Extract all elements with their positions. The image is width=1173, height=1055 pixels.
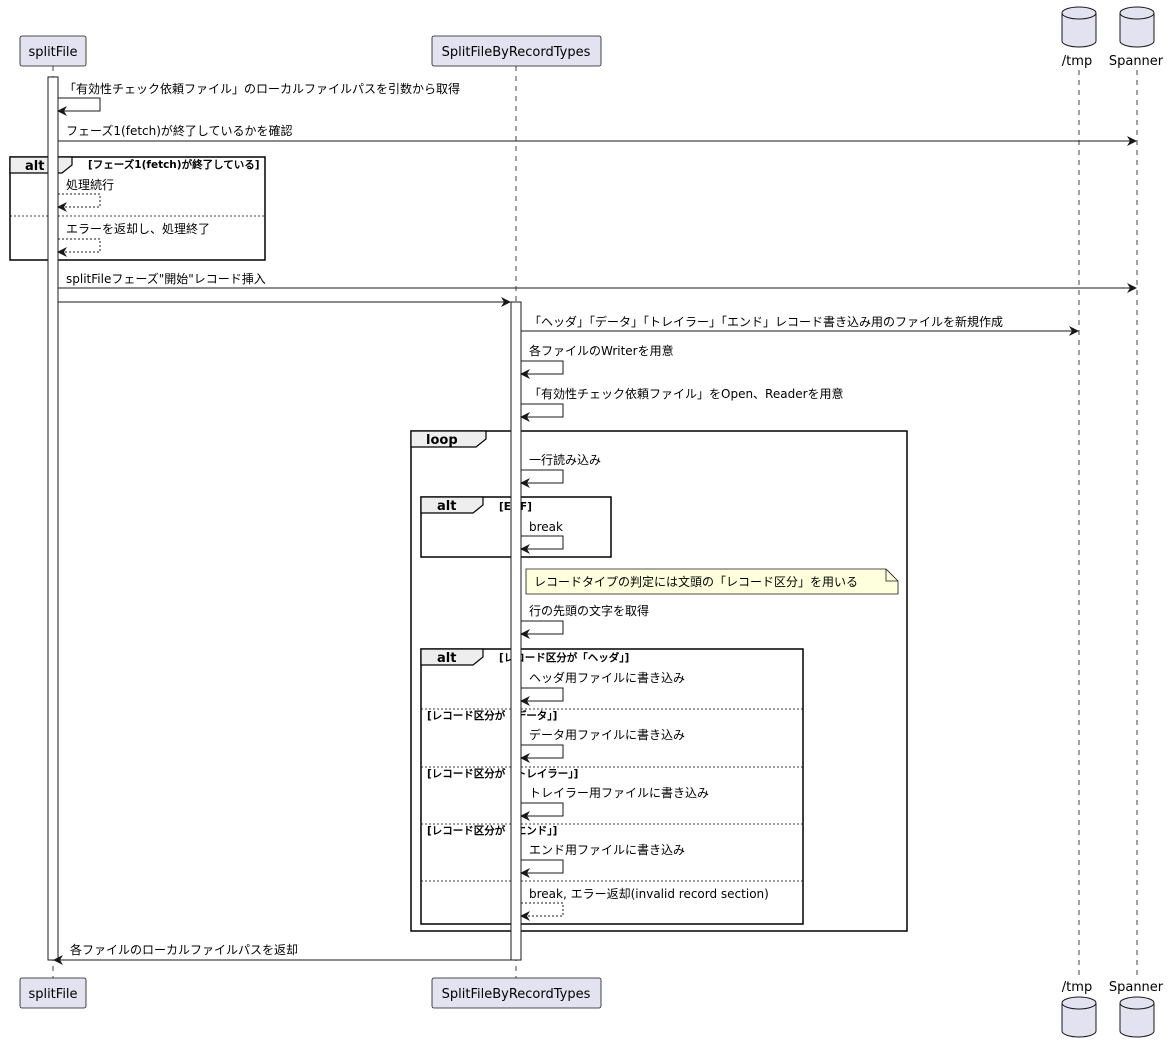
participant-tmp: /tmp <box>1061 980 1097 1038</box>
participant-spanner: Spanner <box>1109 6 1164 69</box>
database-icon <box>1119 6 1155 48</box>
message-label: 各ファイルのローカルファイルパスを返却 <box>70 942 298 957</box>
group-else-condition: [レコード区分が「トレイラー」] <box>427 767 578 780</box>
message-label: break <box>529 520 563 534</box>
participants-top: splitFile SplitFileByRecordTypes /tmp Sp… <box>19 6 1164 69</box>
message-arrow: 各ファイルのローカルファイルパスを返却 <box>53 942 511 965</box>
diagram-canvas: alt [フェーズ1(fetch)が終了している] loop alt [EOF]… <box>9 6 1164 1038</box>
participant-splitbytypes: SplitFileByRecordTypes <box>431 977 602 1009</box>
message-arrow: フェーズ1(fetch)が終了しているかを確認 <box>58 123 1137 146</box>
message-self: 「有効性チェック依頼ファイル」のローカルファイルパスを引数から取得 <box>57 81 460 116</box>
participant-label: splitFile <box>28 45 77 60</box>
message-self: 行の先頭の文字を取得 <box>520 603 649 639</box>
participant-label: SplitFileByRecordTypes <box>442 45 591 60</box>
group-alt-label: alt <box>437 651 456 666</box>
group-alt-condition: [フェーズ1(fetch)が終了している] <box>88 158 260 171</box>
message-label: 「ヘッダ」「データ」「トレイラー」「エンド」レコード書き込み用のファイルを新規作… <box>529 314 1003 329</box>
note: レコードタイプの判定には文頭の「レコード区分」を用いる <box>525 568 899 595</box>
message-self: トレイラー用ファイルに書き込み <box>520 786 709 821</box>
participant-label: splitFile <box>28 987 77 1002</box>
participant-label: SplitFileByRecordTypes <box>442 987 591 1002</box>
message-label: エラーを返却し、処理終了 <box>66 221 210 236</box>
participant-label: /tmp <box>1062 980 1092 995</box>
message-label: break, エラー返却(invalid record section) <box>529 887 769 901</box>
message-self-return: break, エラー返却(invalid record section) <box>520 887 769 921</box>
activation-splitbytypes <box>510 301 522 961</box>
message-label: ヘッダ用ファイルに書き込み <box>529 670 685 685</box>
message-label: 各ファイルのWriterを用意 <box>529 343 674 358</box>
message-label: 処理続行 <box>66 178 114 192</box>
message-self: データ用ファイルに書き込み <box>520 727 685 763</box>
sequence-diagram: alt [フェーズ1(fetch)が終了している] loop alt [EOF]… <box>0 0 1173 1055</box>
message-arrow: splitFileフェーズ"開始"レコード挿入 <box>58 271 1137 293</box>
message-label: 行の先頭の文字を取得 <box>529 603 649 618</box>
message-label: エンド用ファイルに書き込み <box>529 843 685 857</box>
message-label: データ用ファイルに書き込み <box>529 727 685 742</box>
message-self: ヘッダ用ファイルに書き込み <box>520 670 685 706</box>
message-self: 「有効性チェック依頼ファイル」をOpen、Readerを用意 <box>520 386 844 422</box>
group-else-condition: [レコード区分が「データ」] <box>427 709 557 722</box>
note-text: レコードタイプの判定には文頭の「レコード区分」を用いる <box>534 574 858 589</box>
message-label: 「有効性チェック依頼ファイル」のローカルファイルパスを引数から取得 <box>64 81 460 96</box>
message-label: トレイラー用ファイルに書き込み <box>529 786 709 800</box>
participant-tmp: /tmp <box>1061 6 1097 69</box>
group-loop-label: loop <box>426 433 458 448</box>
database-icon <box>1061 6 1097 48</box>
participant-splitfile: splitFile <box>19 977 87 1009</box>
activation-splitfile <box>47 76 59 961</box>
participant-spanner: Spanner <box>1109 980 1164 1038</box>
participant-splitbytypes: SplitFileByRecordTypes <box>431 35 602 67</box>
database-icon <box>1061 996 1097 1038</box>
group-alt-label: alt <box>437 499 456 514</box>
message-label: フェーズ1(fetch)が終了しているかを確認 <box>66 123 293 138</box>
message-self-return: エラーを返却し、処理終了 <box>57 221 210 257</box>
participants-bottom: splitFile SplitFileByRecordTypes /tmp Sp… <box>19 977 1164 1038</box>
database-icon <box>1119 996 1155 1038</box>
message-self: 一行読み込み <box>520 452 601 488</box>
group-else-condition: [レコード区分が「エンド」] <box>427 824 557 837</box>
participant-label: /tmp <box>1062 54 1092 69</box>
group-alt-label: alt <box>25 159 44 174</box>
message-self: 各ファイルのWriterを用意 <box>520 343 674 379</box>
message-arrow: 「ヘッダ」「データ」「トレイラー」「エンド」レコード書き込み用のファイルを新規作… <box>521 314 1079 336</box>
participant-label: Spanner <box>1109 54 1164 69</box>
message-self: エンド用ファイルに書き込み <box>520 843 685 878</box>
message-label: splitFileフェーズ"開始"レコード挿入 <box>66 271 266 286</box>
message-label: 「有効性チェック依頼ファイル」をOpen、Readerを用意 <box>529 386 844 401</box>
message-self: break <box>520 520 564 554</box>
message-label: 一行読み込み <box>529 452 601 467</box>
participant-label: Spanner <box>1109 980 1164 995</box>
participant-splitfile: splitFile <box>19 35 87 67</box>
message-self-return: 処理続行 <box>57 178 114 212</box>
messages: 「有効性チェック依頼ファイル」のローカルファイルパスを引数から取得 フェーズ1(… <box>53 81 1137 965</box>
